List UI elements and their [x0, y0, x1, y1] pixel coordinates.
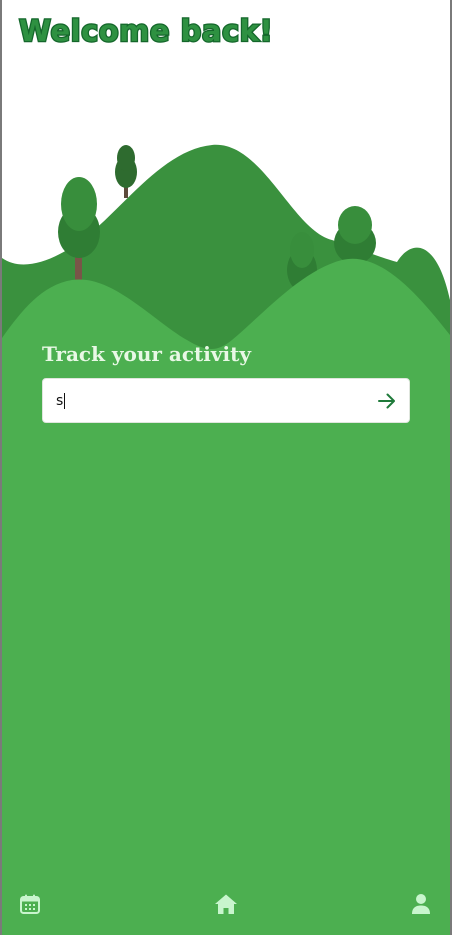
- activity-input-wrapper: [42, 378, 410, 423]
- activity-section: Track your activity: [42, 340, 410, 423]
- activity-input[interactable]: [43, 379, 363, 422]
- app-screen: Welcome back! Track your activity: [0, 0, 452, 935]
- nav-home-button[interactable]: [213, 891, 239, 917]
- activity-heading: Track your activity: [42, 342, 251, 366]
- arrow-right-icon: [378, 393, 395, 409]
- nav-profile-button[interactable]: [408, 891, 434, 917]
- user-icon: [412, 894, 430, 914]
- text-caret: [64, 393, 65, 409]
- calendar-icon: [20, 894, 40, 914]
- bottom-nav: [2, 879, 450, 935]
- home-icon: [215, 894, 237, 914]
- landscape-illustration: [2, 144, 450, 935]
- nav-calendar-button[interactable]: [17, 891, 43, 917]
- submit-button[interactable]: [371, 385, 403, 417]
- welcome-title: Welcome back!: [18, 13, 274, 50]
- tree-small-dark: [115, 145, 137, 198]
